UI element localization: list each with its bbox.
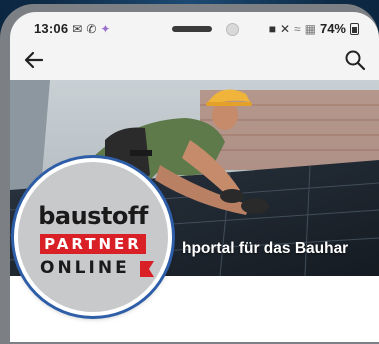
brand-logo: baustoff PARTNER ONLINE: [14, 158, 172, 316]
back-button[interactable]: [22, 48, 46, 72]
status-bar: 13:06 ✉ ✆ ✦ ■ ✕ ≈ ▦ 74%: [10, 12, 379, 42]
logo-word-partner: PARTNER: [40, 234, 146, 254]
front-camera: [226, 23, 239, 36]
logo-word-online: ONLINE: [40, 258, 130, 278]
battery-icon: [350, 22, 359, 35]
logo-word-baustoff: baustoff: [38, 202, 148, 230]
flag-icon: [140, 261, 154, 277]
arrow-left-icon: [24, 51, 44, 69]
signal-icon: ▦: [304, 21, 316, 36]
app-bar: [10, 42, 379, 80]
battery-level: 74%: [319, 21, 346, 36]
bluetooth-off-icon: ✕: [279, 21, 291, 36]
search-button[interactable]: [343, 48, 367, 72]
wifi-icon: ≈: [294, 21, 301, 36]
mute-icon: ■: [268, 21, 276, 36]
whatsapp-icon: ✆: [86, 21, 97, 36]
earpiece-speaker: [172, 26, 212, 32]
status-time: 13:06: [34, 21, 69, 36]
status-left: 13:06 ✉ ✆ ✦: [34, 21, 110, 36]
status-right: ■ ✕ ≈ ▦ 74%: [269, 21, 359, 36]
mail-icon: ✉: [72, 21, 83, 36]
notification-icon: ✦: [100, 21, 111, 36]
hero-caption: hportal für das Bauhar: [182, 240, 349, 257]
search-icon: [345, 50, 366, 71]
